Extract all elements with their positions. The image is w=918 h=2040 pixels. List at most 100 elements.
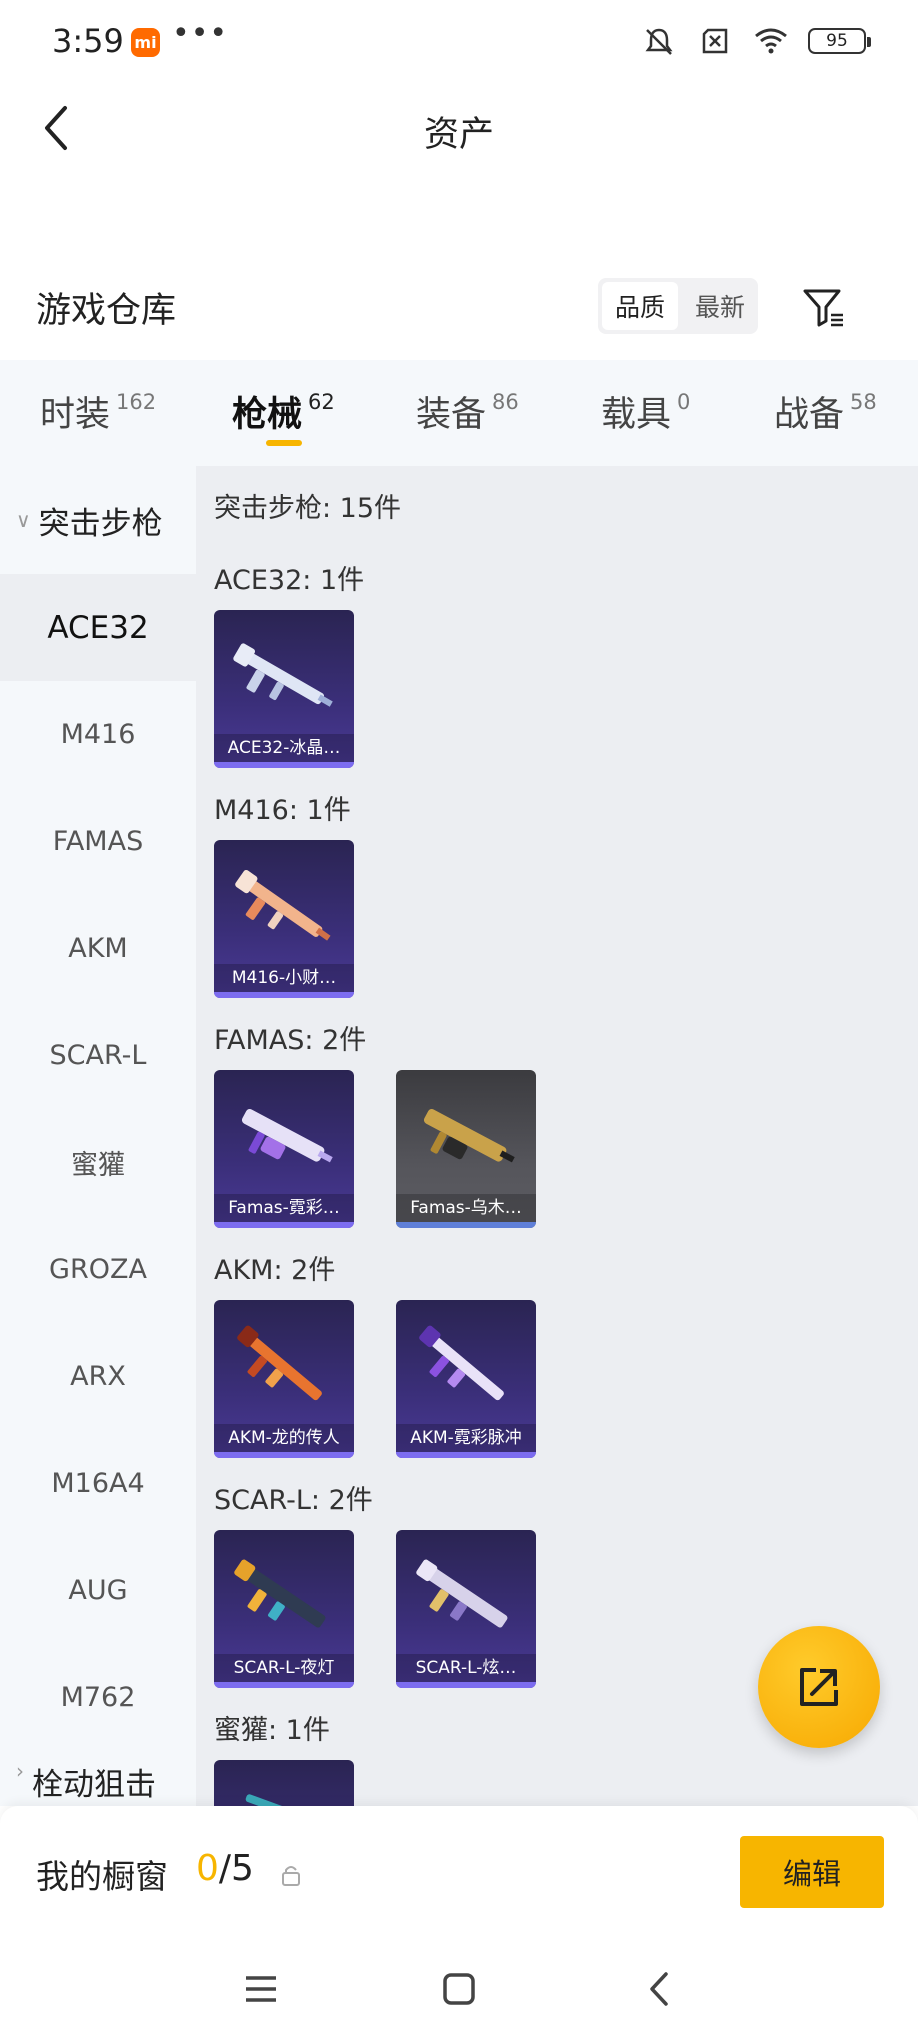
tab-vehicles[interactable]: 载具 0 (601, 386, 690, 437)
tab-fashion[interactable]: 时装 162 (40, 386, 156, 437)
warehouse-header: 游戏仓库 品质 最新 (0, 268, 918, 360)
section-title-m416: M416: 1件 (214, 795, 351, 826)
category-tabs: 时装 162 枪械 62 装备 86 载具 0 战备 58 (0, 360, 918, 466)
warehouse-title: 游戏仓库 (36, 291, 177, 331)
system-navigation-bar (0, 1942, 918, 2040)
showcase-count: 0/5 (196, 1848, 254, 1889)
rarity-bar (214, 992, 354, 998)
sidebar-item-m16a4[interactable]: M16A4 (0, 1430, 196, 1537)
weapon-type-sidebar: ∨ 突击步枪 ACE32 M416 FAMAS AKM SCAR-L 蜜獾 GR… (0, 466, 196, 1806)
home-icon (443, 1973, 475, 2005)
section-title-ace32: ACE32: 1件 (214, 565, 365, 596)
weapon-card-name: M416-小财… (214, 964, 354, 992)
rifle-skin-image (241, 1108, 333, 1163)
rarity-bar (214, 762, 354, 768)
sidebar-item-famas[interactable]: FAMAS (0, 788, 196, 895)
chevron-right-icon: › (16, 1759, 24, 1783)
status-bar: 3:59 mi ••• 95 (0, 0, 918, 86)
tab-label: 战备 (774, 395, 845, 435)
active-tab-indicator (266, 440, 302, 446)
showcase-count-current: 0 (196, 1848, 219, 1889)
section-title-honey-badger: 蜜獾: 1件 (214, 1715, 330, 1746)
weapon-card[interactable]: M416-小财… (214, 840, 354, 998)
tab-label: 枪械 (232, 395, 303, 435)
rarity-bar (214, 1452, 354, 1458)
tab-count: 62 (308, 390, 335, 414)
sidebar-group-assault-rifles[interactable]: ∨ 突击步枪 (0, 466, 196, 574)
rifle-skin-image (234, 1559, 326, 1628)
weapon-card-name: SCAR-L-炫… (396, 1654, 536, 1682)
sidebar-item-groza[interactable]: GROZA (0, 1216, 196, 1323)
tab-count: 162 (116, 390, 157, 414)
showcase-bar: 我的橱窗 0/5 编辑 (0, 1806, 918, 1942)
sort-toggle: 品质 最新 (598, 278, 758, 334)
tab-count: 0 (677, 390, 691, 414)
weapon-card-name: AKM-龙的传人 (214, 1424, 354, 1452)
tab-count: 58 (850, 390, 877, 414)
chevron-down-icon: ∨ (16, 508, 31, 532)
rifle-skin-image (233, 643, 333, 707)
rifle-skin-image (245, 1794, 304, 1806)
weapon-list: 突击步枪: 15件 ACE32: 1件 ACE32-冰晶… M416: 1件 M… (196, 466, 918, 1806)
mute-icon (645, 28, 673, 55)
status-more-dots: ••• (172, 16, 229, 51)
edit-button[interactable]: 编辑 (740, 1836, 884, 1908)
sidebar-group-bolt-snipers[interactable]: › 栓动狙击 (0, 1751, 196, 1806)
no-sim-icon (702, 28, 728, 54)
rifle-skin-image (423, 1108, 515, 1163)
tab-label: 装备 (416, 395, 487, 435)
sidebar-group-label: 栓动狙击 (32, 1767, 156, 1803)
page-title: 资产 (423, 115, 494, 155)
showcase-label: 我的橱窗 (36, 1857, 168, 1896)
weapon-card[interactable]: Famas-乌木… (396, 1070, 536, 1228)
sidebar-item-akm[interactable]: AKM (0, 895, 196, 1002)
weapon-card[interactable]: AKM-霓彩脉冲 (396, 1300, 536, 1458)
sidebar-item-aug[interactable]: AUG (0, 1537, 196, 1644)
tab-supplies[interactable]: 战备 58 (774, 386, 877, 437)
tab-count: 86 (492, 390, 519, 414)
tab-equipment[interactable]: 装备 86 (416, 386, 519, 437)
weapon-card[interactable]: AKM-龙的传人 (214, 1300, 354, 1458)
recent-apps-button[interactable] (236, 1964, 286, 2014)
share-button[interactable] (758, 1626, 880, 1748)
sidebar-group-label: 突击步枪 (38, 505, 163, 542)
weapon-card[interactable]: SCAR-L-夜灯 (214, 1530, 354, 1688)
sort-quality[interactable]: 品质 (602, 282, 678, 330)
sort-newest[interactable]: 最新 (682, 278, 758, 334)
mi-app-icon: mi (131, 28, 160, 57)
share-icon (800, 1668, 838, 1706)
weapon-card[interactable]: Famas-霓彩… (214, 1070, 354, 1228)
top-header: 资产 (0, 86, 918, 176)
tab-firearms[interactable]: 枪械 62 (232, 386, 335, 437)
sidebar-item-arx[interactable]: ARX (0, 1323, 196, 1430)
rarity-bar (396, 1222, 536, 1228)
weapon-card-name: SCAR-L-夜灯 (214, 1654, 354, 1682)
rifle-skin-image (237, 1325, 322, 1401)
weapon-card-name: AKM-霓彩脉冲 (396, 1424, 536, 1452)
system-back-button[interactable] (634, 1964, 684, 2014)
status-icons: 95 (640, 22, 871, 60)
weapon-card[interactable] (214, 1760, 354, 1806)
sidebar-item-honey-badger[interactable]: 蜜獾 (0, 1109, 196, 1216)
section-title-akm: AKM: 2件 (214, 1255, 336, 1286)
tab-label: 时装 (40, 395, 111, 435)
section-title-scar-l: SCAR-L: 2件 (214, 1485, 373, 1516)
rarity-bar (214, 1682, 354, 1688)
rarity-bar (214, 1222, 354, 1228)
weapon-card[interactable]: SCAR-L-炫… (396, 1530, 536, 1688)
sidebar-item-m762[interactable]: M762 (0, 1644, 196, 1751)
wifi-icon (755, 28, 787, 54)
rarity-bar (396, 1452, 536, 1458)
back-icon (650, 1972, 668, 2006)
sidebar-item-scar-l[interactable]: SCAR-L (0, 1002, 196, 1109)
sidebar-item-ace32[interactable]: ACE32 (0, 574, 196, 681)
weapon-card-name: Famas-霓彩… (214, 1194, 354, 1222)
weapon-card[interactable]: ACE32-冰晶… (214, 610, 354, 768)
section-title-famas: FAMAS: 2件 (214, 1025, 367, 1056)
home-button[interactable] (434, 1964, 484, 2014)
weapon-card-name: Famas-乌木… (396, 1194, 536, 1222)
filter-button[interactable] (796, 280, 852, 336)
sidebar-item-m416[interactable]: M416 (0, 681, 196, 788)
weapon-card-name: ACE32-冰晶… (214, 734, 354, 762)
status-time: 3:59 (52, 22, 124, 60)
